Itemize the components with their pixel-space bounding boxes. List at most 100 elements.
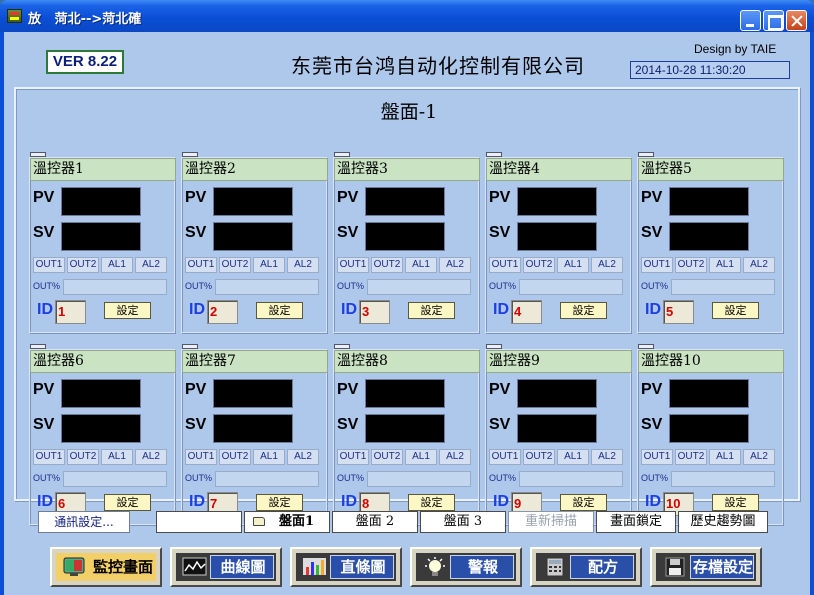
controller-name[interactable]: 溫控器1: [30, 158, 176, 181]
recipe-calculator-icon: [542, 557, 568, 577]
sv-display[interactable]: [365, 414, 445, 443]
indicator-lamp: AL2: [591, 257, 623, 273]
tab-page-1[interactable]: 盤面1: [244, 511, 330, 533]
indicator-row: OUT1 OUT2 AL1 AL2: [489, 257, 623, 273]
indicator-lamp: AL2: [743, 257, 775, 273]
out-percent-label: OUT%: [641, 473, 668, 483]
tab-page-2[interactable]: 盤面 2: [332, 511, 418, 533]
id-field[interactable]: 2: [207, 300, 238, 324]
controller-name[interactable]: 溫控器5: [638, 158, 784, 181]
screen-lock-button[interactable]: 畫面鎖定: [596, 511, 676, 533]
indicator-lamp: AL1: [405, 257, 437, 273]
controller-tab-marker: [30, 152, 46, 157]
id-label: ID: [189, 493, 205, 510]
sv-display[interactable]: [61, 222, 141, 251]
sv-label: SV: [33, 224, 55, 241]
pv-display: [365, 379, 445, 408]
indicator-lamp: AL2: [135, 257, 167, 273]
close-button[interactable]: [786, 10, 807, 31]
nav-button-floppy-disk[interactable]: 存檔設定: [650, 547, 762, 587]
panel-title: 盤面-1: [380, 101, 438, 123]
indicator-row: OUT1 OUT2 AL1 AL2: [489, 449, 623, 465]
pv-display: [669, 187, 749, 216]
sv-display[interactable]: [517, 414, 597, 443]
controller-name[interactable]: 溫控器4: [486, 158, 632, 181]
set-button[interactable]: 設定: [104, 302, 151, 319]
indicator-lamp: OUT1: [33, 257, 65, 273]
id-field[interactable]: 5: [663, 300, 694, 324]
id-label: ID: [341, 301, 357, 318]
controller-name[interactable]: 溫控器10: [638, 350, 784, 373]
controller-name[interactable]: 溫控器9: [486, 350, 632, 373]
out-percent-label: OUT%: [337, 473, 364, 483]
nav-button-recipe-calculator[interactable]: 配方: [530, 547, 642, 587]
controller-name[interactable]: 溫控器2: [182, 158, 328, 181]
rescan-button[interactable]: 重新掃描: [508, 511, 594, 533]
nav-button-bar-chart[interactable]: 直條圖: [290, 547, 402, 587]
folder-open-icon: [253, 517, 265, 526]
sv-display[interactable]: [669, 414, 749, 443]
controller-tab-marker: [486, 344, 502, 349]
title-bar[interactable]: 放 菏北-->菏北確: [0, 0, 814, 32]
controller-name[interactable]: 溫控器3: [334, 158, 480, 181]
set-button[interactable]: 設定: [256, 494, 303, 511]
sv-display[interactable]: [61, 414, 141, 443]
minimize-button[interactable]: [740, 10, 761, 31]
id-label: ID: [37, 493, 53, 510]
out-percent-bar: [367, 471, 471, 487]
indicator-lamp: AL2: [287, 449, 319, 465]
id-field[interactable]: 4: [511, 300, 542, 324]
set-button[interactable]: 設定: [560, 494, 607, 511]
sv-display[interactable]: [365, 222, 445, 251]
set-button[interactable]: 設定: [408, 302, 455, 319]
indicator-lamp: AL2: [439, 257, 471, 273]
design-credit: Design by TAIE: [694, 42, 777, 56]
controller-name[interactable]: 溫控器6: [30, 350, 176, 373]
out-percent-bar: [519, 279, 623, 295]
indicator-lamp: AL2: [439, 449, 471, 465]
set-button[interactable]: 設定: [104, 494, 151, 511]
out-percent-label: OUT%: [185, 473, 212, 483]
sv-label: SV: [337, 416, 359, 433]
sv-label: SV: [489, 224, 511, 241]
pv-display: [517, 187, 597, 216]
temperature-controller: 溫控器5 PV SV OUT1 OUT2 AL1 AL2 OUT% ID 5 設定: [637, 152, 784, 333]
set-button[interactable]: 設定: [712, 494, 759, 511]
nav-button-face: 警報: [416, 553, 516, 581]
id-label: ID: [493, 493, 509, 510]
set-button[interactable]: 設定: [712, 302, 759, 319]
controller-tab-marker: [638, 152, 654, 157]
sv-display[interactable]: [213, 222, 293, 251]
controller-name[interactable]: 溫控器7: [182, 350, 328, 373]
tab-page-3[interactable]: 盤面 3: [420, 511, 506, 533]
set-button[interactable]: 設定: [560, 302, 607, 319]
sv-display[interactable]: [213, 414, 293, 443]
out-percent-label: OUT%: [337, 281, 364, 291]
controller-tab-marker: [486, 152, 502, 157]
indicator-lamp: OUT2: [67, 257, 99, 273]
temperature-controller: 溫控器10 PV SV OUT1 OUT2 AL1 AL2 OUT% ID 10 設定: [637, 344, 784, 525]
controller-name[interactable]: 溫控器8: [334, 350, 480, 373]
nav-button-curve-chart[interactable]: 曲線圖: [170, 547, 282, 587]
set-button[interactable]: 設定: [256, 302, 303, 319]
set-button[interactable]: 設定: [408, 494, 455, 511]
sv-display[interactable]: [669, 222, 749, 251]
id-field[interactable]: 3: [359, 300, 390, 324]
nav-button-alarm-light[interactable]: 警報: [410, 547, 522, 587]
nav-button-monitor[interactable]: 監控畫面: [50, 547, 162, 587]
comm-settings-button[interactable]: 通訊設定...: [38, 511, 130, 533]
out-percent-label: OUT%: [33, 281, 60, 291]
pv-label: PV: [641, 381, 663, 398]
id-field[interactable]: 1: [55, 300, 86, 324]
indicator-row: OUT1 OUT2 AL1 AL2: [337, 449, 471, 465]
indicator-row: OUT1 OUT2 AL1 AL2: [33, 257, 167, 273]
indicator-lamp: AL1: [709, 449, 741, 465]
sv-display[interactable]: [517, 222, 597, 251]
maximize-button[interactable]: [763, 10, 784, 31]
sv-label: SV: [489, 416, 511, 433]
temperature-controller: 溫控器2 PV SV OUT1 OUT2 AL1 AL2 OUT% ID 2 設定: [181, 152, 328, 333]
nav-button-face: 配方: [536, 553, 636, 581]
out-percent-label: OUT%: [33, 473, 60, 483]
history-trend-button[interactable]: 歷史趨勢圖: [678, 511, 768, 533]
bar-chart-icon: [302, 557, 328, 577]
